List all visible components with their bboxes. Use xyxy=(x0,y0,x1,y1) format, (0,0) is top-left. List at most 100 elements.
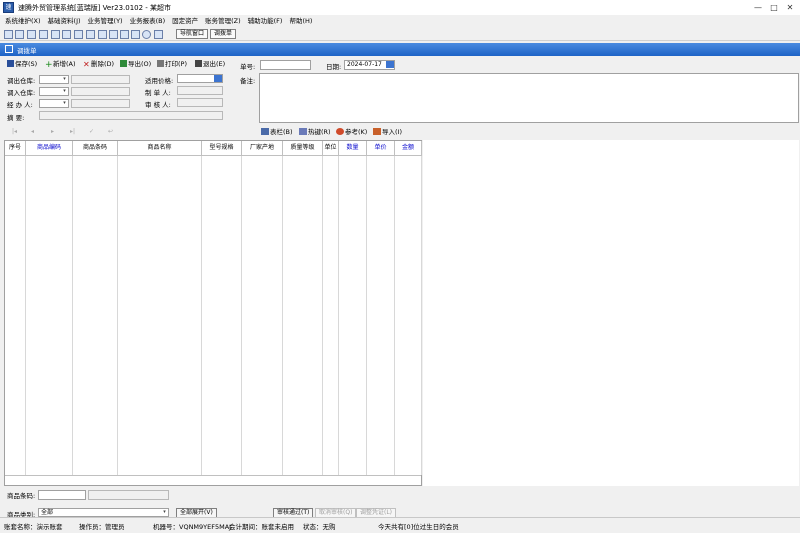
hotkey-button[interactable]: 热键(R) xyxy=(299,127,331,137)
import-label: 导入(I) xyxy=(382,128,402,136)
grid-column-header[interactable]: 质量等级 xyxy=(283,141,323,156)
in-warehouse-select[interactable]: ▾ xyxy=(39,87,69,96)
chevron-down-icon: ▾ xyxy=(163,509,166,515)
menu-reports[interactable]: 业务报表(B) xyxy=(128,15,168,28)
cancel-record-icon[interactable]: ↩ xyxy=(108,128,113,135)
grid-column-header[interactable]: 型号规格 xyxy=(202,141,242,156)
last-record-icon[interactable]: ▸| xyxy=(70,128,75,135)
in-warehouse-label: 调入仓库: xyxy=(7,89,36,97)
maximize-button[interactable]: □ xyxy=(768,2,780,13)
toolbar-icon[interactable] xyxy=(74,30,83,39)
toolbar-icon[interactable] xyxy=(4,30,13,39)
save-button[interactable]: 保存(S) xyxy=(7,59,37,70)
prev-record-icon[interactable]: ◂ xyxy=(31,128,34,135)
summary-input[interactable] xyxy=(39,111,223,120)
menu-basic-data[interactable]: 基础资料(J) xyxy=(46,15,83,28)
handler-select[interactable]: ▾ xyxy=(39,99,69,108)
new-button[interactable]: +新增(A) xyxy=(45,59,76,70)
price-select[interactable] xyxy=(177,74,223,83)
transfer-order-button[interactable]: 调拨单 xyxy=(210,29,237,39)
summary-label: 摘 要: xyxy=(7,114,25,122)
toolbar-icon[interactable] xyxy=(131,30,140,39)
item-grid[interactable]: 序号 商品编码 商品条码 商品名称 型号规格 厂家产地 质量等级 单位 数量 单价 金额 xyxy=(4,140,422,486)
out-warehouse-name xyxy=(71,75,130,84)
next-record-icon[interactable]: ▸ xyxy=(51,128,54,135)
status-operator: 操作员：管理员 xyxy=(79,523,125,531)
grid-footer-row xyxy=(5,475,421,485)
grid-column-header[interactable]: 单价 xyxy=(367,141,395,156)
status-birthday: 今天共有[0]位过生日的会员 xyxy=(378,523,459,531)
import-button[interactable]: 导入(I) xyxy=(373,127,402,137)
barcode-input[interactable] xyxy=(38,490,86,500)
nav-window-button[interactable]: 导航窗口 xyxy=(176,29,209,39)
reference-button[interactable]: 参考(K) xyxy=(336,127,367,137)
category-select[interactable]: 全部 ▾ xyxy=(38,508,169,517)
print-label: 打印(P) xyxy=(165,60,187,68)
print-button[interactable]: 打印(P) xyxy=(157,59,187,70)
doc-no-input[interactable] xyxy=(260,60,311,70)
toolbar-icon[interactable] xyxy=(98,30,107,39)
menu-business[interactable]: 业务管理(Y) xyxy=(86,15,125,28)
save-disk-icon[interactable] xyxy=(120,30,129,39)
category-value: 全部 xyxy=(41,509,54,516)
toolbar-icon[interactable] xyxy=(15,30,24,39)
new-label: 新增(A) xyxy=(53,60,76,68)
exit-label: 退出(E) xyxy=(203,60,226,68)
grid-column-header[interactable]: 厂家产地 xyxy=(242,141,283,156)
toolbar-icon[interactable] xyxy=(154,30,163,39)
grid-column-header[interactable]: 数量 xyxy=(339,141,367,156)
date-label: 日期: xyxy=(326,63,342,71)
grid-column-header[interactable]: 商品名称 xyxy=(118,141,202,156)
edit-record-icon[interactable]: ✓ xyxy=(89,128,94,135)
handler-label: 经 办 人: xyxy=(7,101,33,109)
export-button[interactable]: 导出(O) xyxy=(120,59,151,70)
first-record-icon[interactable]: |◂ xyxy=(12,128,17,135)
date-picker[interactable]: 2024-07-17 xyxy=(344,60,395,70)
grid-header: 序号 商品编码 商品条码 商品名称 型号规格 厂家产地 质量等级 单位 数量 单价 金额 xyxy=(5,141,422,156)
exit-icon xyxy=(195,60,202,67)
title-bar: 速 速腾外贸管理系统[蓝瑞版] Ver23.0102 - 某超市 — □ ✕ xyxy=(0,0,800,15)
menu-system[interactable]: 系统维护(X) xyxy=(3,15,43,28)
toolbar-icon[interactable] xyxy=(39,30,48,39)
toolbar-icon[interactable] xyxy=(62,30,71,39)
columns-button[interactable]: 表栏(B) xyxy=(261,127,293,137)
exit-button[interactable]: 退出(E) xyxy=(195,59,225,70)
help-icon[interactable] xyxy=(142,30,151,39)
grid-column-line xyxy=(5,156,422,475)
keyboard-icon xyxy=(299,128,307,135)
window-title: 速腾外贸管理系统[蓝瑞版] Ver23.0102 - 某超市 xyxy=(18,4,172,12)
table-icon xyxy=(261,128,269,135)
delete-label: 删除(D) xyxy=(91,60,115,68)
menu-help[interactable]: 帮助(H) xyxy=(287,15,314,28)
grid-column-header[interactable]: 金额 xyxy=(395,141,422,156)
menu-accounts[interactable]: 账务管理(Z) xyxy=(203,15,243,28)
toolbar-icon[interactable] xyxy=(27,30,36,39)
grid-column-header[interactable]: 商品编码 xyxy=(26,141,73,156)
toolbar-icon[interactable] xyxy=(109,30,118,39)
chevron-down-icon xyxy=(214,75,222,82)
delete-button[interactable]: ✕删除(D) xyxy=(83,59,114,70)
minimize-button[interactable]: — xyxy=(752,2,764,13)
grid-column-header[interactable]: 商品条码 xyxy=(73,141,118,156)
auditor-label: 审 核 人: xyxy=(145,101,171,109)
menu-fixed-assets[interactable]: 固定资产 xyxy=(170,15,200,28)
toolbar-icon[interactable] xyxy=(51,30,60,39)
maker-field xyxy=(177,86,223,95)
chevron-down-icon: ▾ xyxy=(63,76,66,82)
out-warehouse-select[interactable]: ▾ xyxy=(39,75,69,84)
status-period: 会计期间：账套未启用 xyxy=(229,523,294,531)
toolbar-icon[interactable] xyxy=(86,30,95,39)
close-button[interactable]: ✕ xyxy=(784,2,796,13)
grid-column-header[interactable]: 序号 xyxy=(5,141,26,156)
notes-textarea[interactable] xyxy=(259,73,799,123)
menu-tools[interactable]: 辅助功能(F) xyxy=(246,15,285,28)
grid-column-header[interactable]: 单位 xyxy=(323,141,339,156)
main-toolbar: 导航窗口 调拨单 xyxy=(0,28,800,41)
calendar-dropdown-icon[interactable] xyxy=(386,61,394,68)
chevron-down-icon: ▾ xyxy=(63,100,66,106)
auditor-field xyxy=(177,98,223,107)
right-empty-pane xyxy=(423,140,799,486)
chevron-down-icon: ▾ xyxy=(63,88,66,94)
reference-label: 参考(K) xyxy=(345,128,368,136)
delete-icon: ✕ xyxy=(83,60,90,69)
